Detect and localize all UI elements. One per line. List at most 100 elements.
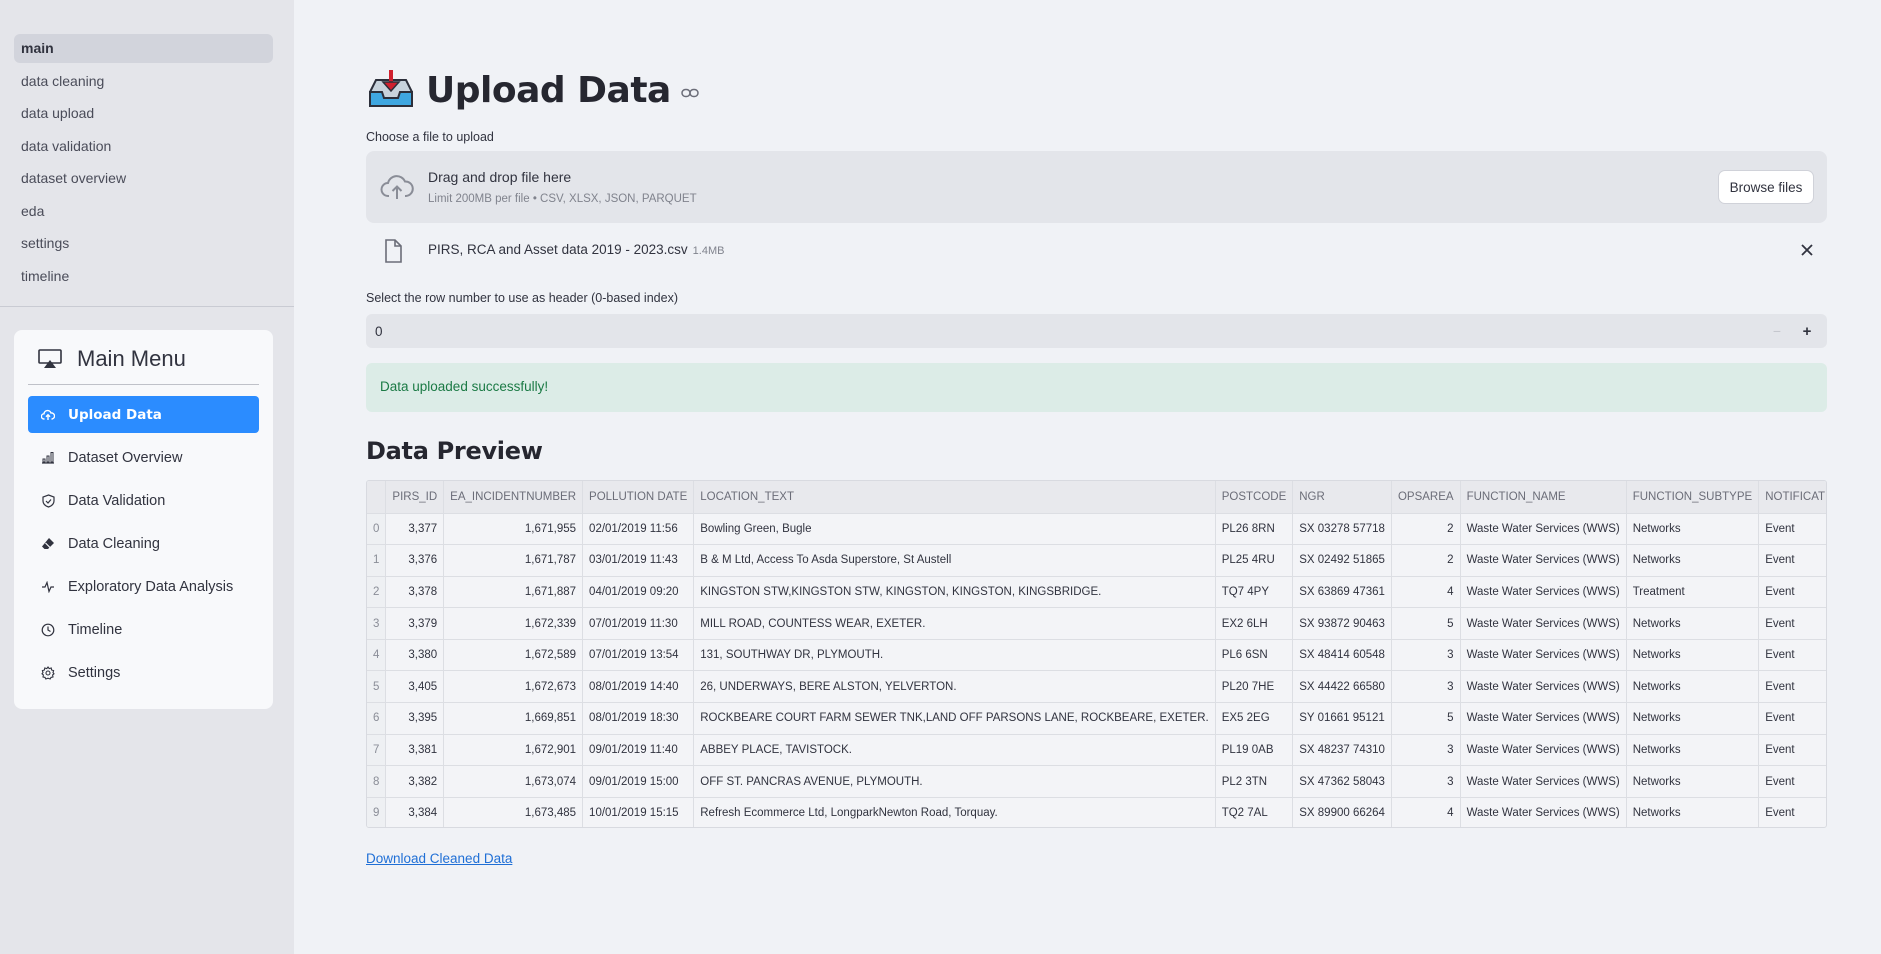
column-header[interactable] xyxy=(367,481,387,514)
table-cell[interactable]: 09/01/2019 15:00 xyxy=(582,765,695,798)
table-cell[interactable]: 4 xyxy=(1391,797,1461,827)
table-cell[interactable]: Waste Water Services (WWS) xyxy=(1460,576,1627,609)
table-cell[interactable]: 03/01/2019 11:43 xyxy=(582,544,695,577)
table-cell[interactable]: Event xyxy=(1758,765,1826,798)
table-cell[interactable]: 4 xyxy=(1391,576,1461,609)
table-cell[interactable]: Event xyxy=(1758,607,1826,640)
table-cell[interactable]: Networks xyxy=(1626,544,1760,577)
table-cell[interactable]: ABBEY PLACE, TAVISTOCK. xyxy=(693,734,1216,767)
table-cell[interactable]: KINGSTON STW,KINGSTON STW, KINGSTON, KIN… xyxy=(693,576,1216,609)
close-icon[interactable] xyxy=(1799,242,1815,258)
menu-item-dataset-overview[interactable]: Dataset Overview xyxy=(28,439,259,476)
table-cell[interactable]: 3 xyxy=(1391,639,1461,672)
table-cell[interactable]: Networks xyxy=(1626,607,1760,640)
table-cell[interactable]: Event xyxy=(1758,797,1826,827)
table-cell[interactable]: PL19 0AB xyxy=(1215,734,1294,767)
table-cell[interactable]: SX 48414 60548 xyxy=(1292,639,1392,672)
table-cell[interactable]: 3,379 xyxy=(385,607,445,640)
row-index[interactable]: 1 xyxy=(367,544,387,577)
table-cell[interactable]: Event xyxy=(1758,639,1826,672)
nav-item-settings[interactable]: settings xyxy=(14,229,273,258)
table-cell[interactable]: Waste Water Services (WWS) xyxy=(1460,639,1627,672)
table-cell[interactable]: Refresh Ecommerce Ltd, LongparkNewton Ro… xyxy=(693,797,1216,827)
table-cell[interactable]: Bowling Green, Bugle xyxy=(693,513,1216,546)
table-cell[interactable]: Networks xyxy=(1626,639,1760,672)
download-cleaned-data-link[interactable]: Download Cleaned Data xyxy=(366,851,512,866)
table-cell[interactable]: 3,378 xyxy=(385,576,445,609)
table-cell[interactable]: Networks xyxy=(1626,670,1760,704)
table-cell[interactable]: SX 63869 47361 xyxy=(1292,576,1392,609)
table-cell[interactable]: MILL ROAD, COUNTESS WEAR, EXETER. xyxy=(693,607,1216,640)
menu-item-exploratory-data-analysis[interactable]: Exploratory Data Analysis xyxy=(28,568,259,605)
table-cell[interactable]: 3,384 xyxy=(385,797,445,827)
table-cell[interactable]: Networks xyxy=(1626,797,1760,827)
table-cell[interactable]: Networks xyxy=(1626,702,1760,735)
table-cell[interactable]: Waste Water Services (WWS) xyxy=(1460,765,1627,798)
table-cell[interactable]: 3,405 xyxy=(385,670,445,704)
table-cell[interactable]: Event xyxy=(1758,670,1826,704)
table-cell[interactable]: TQ7 4PY xyxy=(1215,576,1294,609)
row-index[interactable]: 4 xyxy=(367,639,387,672)
table-cell[interactable]: 1,672,589 xyxy=(443,639,584,672)
table-cell[interactable]: 3,380 xyxy=(385,639,445,672)
row-index[interactable]: 0 xyxy=(367,513,387,546)
table-cell[interactable]: SX 48237 74310 xyxy=(1292,734,1392,767)
table-cell[interactable]: 1,673,074 xyxy=(443,765,584,798)
table-cell[interactable]: 07/01/2019 13:54 xyxy=(582,639,695,672)
nav-item-data-validation[interactable]: data validation xyxy=(14,132,273,161)
table-cell[interactable]: 5 xyxy=(1391,607,1461,640)
table-cell[interactable]: 1,671,955 xyxy=(443,513,584,546)
nav-item-dataset-overview[interactable]: dataset overview xyxy=(14,164,273,193)
row-index[interactable]: 6 xyxy=(367,702,387,735)
table-cell[interactable]: TQ2 7AL xyxy=(1215,797,1294,827)
menu-item-data-cleaning[interactable]: Data Cleaning xyxy=(28,525,259,562)
row-index[interactable]: 9 xyxy=(367,797,387,827)
table-cell[interactable]: 3,382 xyxy=(385,765,445,798)
table-cell[interactable]: Waste Water Services (WWS) xyxy=(1460,670,1627,704)
table-cell[interactable]: Treatment xyxy=(1626,576,1760,609)
table-cell[interactable]: 3,395 xyxy=(385,702,445,735)
table-cell[interactable]: SX 89900 66264 xyxy=(1292,797,1392,827)
table-cell[interactable]: SX 03278 57718 xyxy=(1292,513,1392,546)
table-cell[interactable]: 1,672,339 xyxy=(443,607,584,640)
table-cell[interactable]: Networks xyxy=(1626,765,1760,798)
menu-item-settings[interactable]: Settings xyxy=(28,654,259,691)
table-cell[interactable]: 3 xyxy=(1391,734,1461,767)
table-cell[interactable]: Waste Water Services (WWS) xyxy=(1460,607,1627,640)
row-index[interactable]: 8 xyxy=(367,765,387,798)
table-cell[interactable]: 1,673,485 xyxy=(443,797,584,827)
browse-files-button[interactable]: Browse files xyxy=(1718,170,1814,204)
table-cell[interactable]: PL25 4RU xyxy=(1215,544,1294,577)
table-cell[interactable]: OFF ST. PANCRAS AVENUE, PLYMOUTH. xyxy=(693,765,1216,798)
table-cell[interactable]: 2 xyxy=(1391,513,1461,546)
nav-item-data-cleaning[interactable]: data cleaning xyxy=(14,67,273,96)
table-cell[interactable]: PL6 6SN xyxy=(1215,639,1294,672)
table-cell[interactable]: 1,671,787 xyxy=(443,544,584,577)
nav-item-timeline[interactable]: timeline xyxy=(14,262,273,291)
file-dropzone[interactable]: Drag and drop file here Limit 200MB per … xyxy=(366,151,1827,223)
row-index[interactable]: 5 xyxy=(367,670,387,704)
table-cell[interactable]: 3 xyxy=(1391,765,1461,798)
table-cell[interactable]: 07/01/2019 11:30 xyxy=(582,607,695,640)
column-header[interactable]: LOCATION_TEXT xyxy=(693,481,1216,514)
table-cell[interactable]: Waste Water Services (WWS) xyxy=(1460,734,1627,767)
column-header[interactable]: NOTIFICATION_TYPE xyxy=(1758,481,1826,514)
column-header[interactable]: POLLUTION DATE xyxy=(582,481,695,514)
data-preview-table[interactable]: PIRS_ID EA_INCIDENTNUMBER POLLUTION DATE… xyxy=(366,480,1827,828)
menu-item-timeline[interactable]: Timeline xyxy=(28,611,259,648)
table-cell[interactable]: 131, SOUTHWAY DR, PLYMOUTH. xyxy=(693,639,1216,672)
row-index[interactable]: 3 xyxy=(367,607,387,640)
column-header[interactable]: EA_INCIDENTNUMBER xyxy=(443,481,584,514)
decrement-button[interactable]: − xyxy=(1763,314,1791,348)
table-cell[interactable]: EX2 6LH xyxy=(1215,607,1294,640)
table-cell[interactable]: Waste Water Services (WWS) xyxy=(1460,702,1627,735)
table-cell[interactable]: B & M Ltd, Access To Asda Superstore, St… xyxy=(693,544,1216,577)
table-cell[interactable]: 08/01/2019 18:30 xyxy=(582,702,695,735)
table-cell[interactable]: 3,376 xyxy=(385,544,445,577)
link-icon[interactable] xyxy=(681,87,699,99)
table-cell[interactable]: ROCKBEARE COURT FARM SEWER TNK,LAND OFF … xyxy=(693,702,1216,735)
table-cell[interactable]: Event xyxy=(1758,702,1826,735)
column-header[interactable]: NGR xyxy=(1292,481,1392,514)
table-cell[interactable]: PL20 7HE xyxy=(1215,670,1294,704)
table-cell[interactable]: 26, UNDERWAYS, BERE ALSTON, YELVERTON. xyxy=(693,670,1216,704)
